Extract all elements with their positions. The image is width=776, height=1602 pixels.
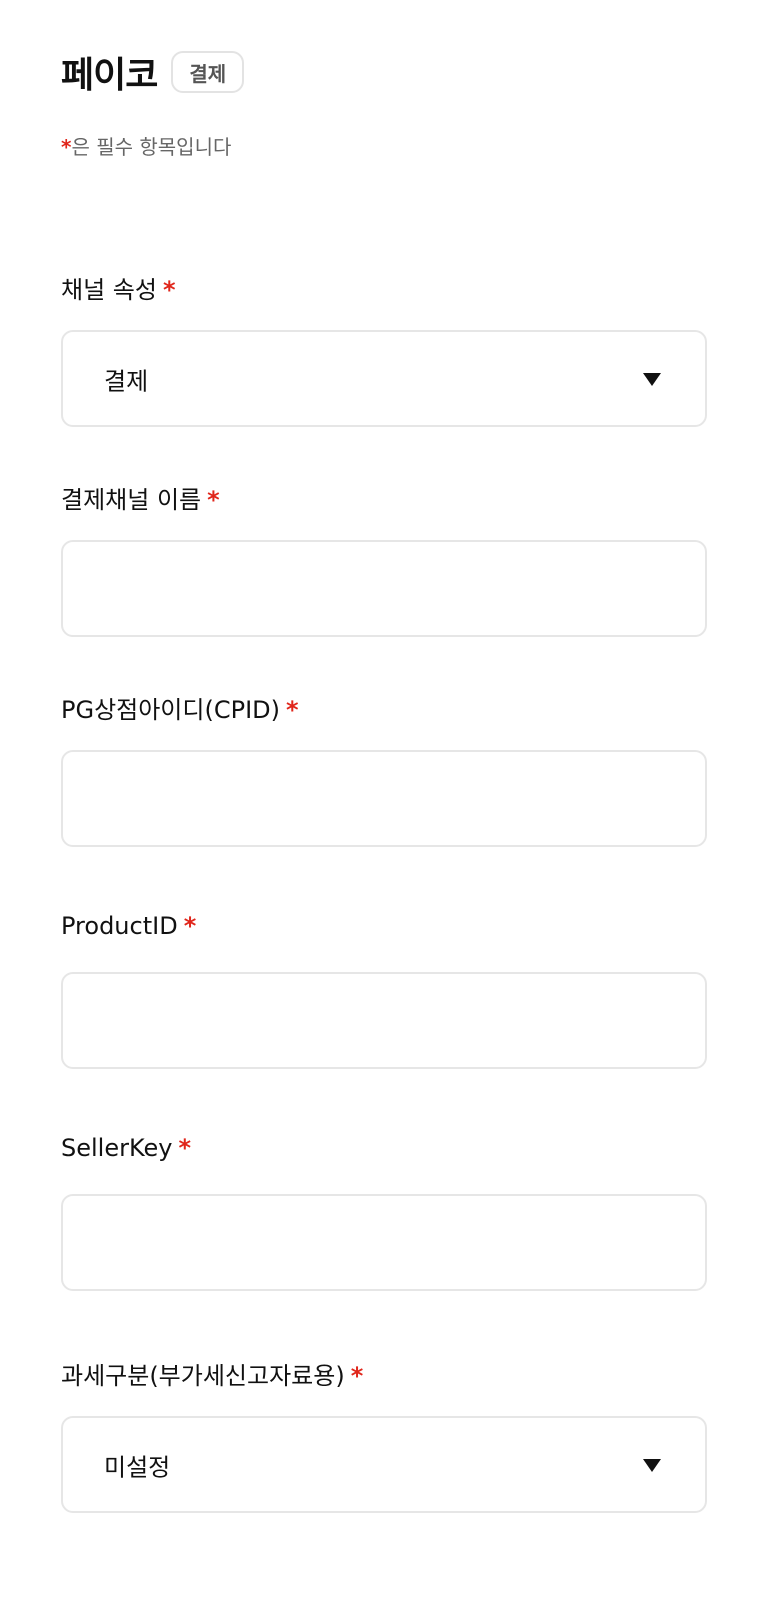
- required-note-text: 은 필수 항목입니다: [71, 135, 232, 159]
- cpid-label-text: PG상점아이디(CPID): [61, 696, 280, 724]
- seller-key-label-text: SellerKey: [61, 1134, 173, 1162]
- tax-type-label-text: 과세구분(부가세신고자료용): [61, 1362, 345, 1390]
- required-note: *은 필수 항목입니다: [61, 131, 231, 160]
- required-star: *: [207, 486, 220, 514]
- payment-channel-name-label-text: 결제채널 이름: [61, 486, 202, 514]
- tax-type-select[interactable]: 미설정: [61, 1416, 707, 1513]
- required-star: *: [350, 1362, 364, 1390]
- product-id-field[interactable]: [61, 972, 707, 1069]
- required-star: *: [183, 912, 197, 940]
- required-star: *: [286, 696, 299, 724]
- caret-down-icon: [643, 372, 661, 386]
- required-star: *: [162, 276, 176, 304]
- cpid-input[interactable]: [63, 752, 705, 845]
- page-title: 페이코: [61, 55, 158, 96]
- payment-channel-name-label: 결제채널 이름 *: [61, 480, 220, 515]
- channel-type-badge: 결제: [171, 51, 245, 93]
- channel-attribute-select[interactable]: 결제: [61, 330, 707, 427]
- channel-attribute-label: 채널 속성 *: [61, 270, 176, 305]
- payment-channel-name-input[interactable]: [63, 542, 705, 635]
- seller-key-input[interactable]: [63, 1196, 705, 1289]
- tax-type-value: 미설정: [104, 1453, 171, 1481]
- seller-key-field[interactable]: [61, 1194, 707, 1291]
- required-note-star: *: [61, 135, 72, 159]
- channel-attribute-label-text: 채널 속성: [61, 276, 157, 304]
- product-id-label: ProductID *: [61, 912, 196, 940]
- payment-channel-name-field[interactable]: [61, 540, 707, 637]
- product-id-label-text: ProductID: [61, 912, 178, 940]
- page-header: 페이코 결제: [61, 46, 245, 98]
- seller-key-label: SellerKey *: [61, 1134, 191, 1162]
- cpid-label: PG상점아이디(CPID) *: [61, 690, 299, 725]
- caret-down-icon: [643, 1458, 661, 1472]
- cpid-field[interactable]: [61, 750, 707, 847]
- required-star: *: [178, 1134, 192, 1162]
- channel-attribute-value: 결제: [104, 367, 149, 395]
- tax-type-label: 과세구분(부가세신고자료용) *: [61, 1356, 363, 1391]
- product-id-input[interactable]: [63, 974, 705, 1067]
